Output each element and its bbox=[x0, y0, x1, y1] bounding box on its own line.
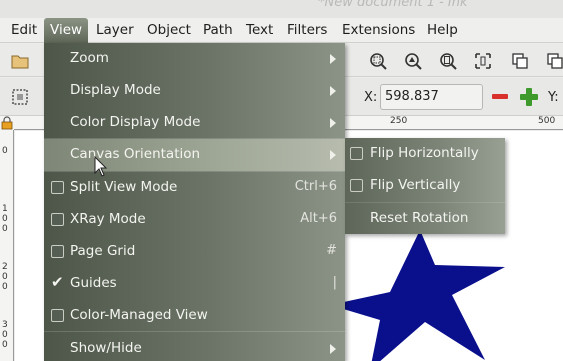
menu-shortcut: Alt+6 bbox=[300, 211, 337, 226]
x-coordinate-input[interactable]: 598.837 bbox=[380, 84, 483, 110]
submenu-arrow-icon bbox=[330, 150, 336, 160]
open-folder-icon[interactable] bbox=[10, 51, 30, 71]
select-all-icon[interactable] bbox=[10, 87, 30, 107]
submenu-arrow-icon bbox=[330, 118, 336, 128]
vertical-ruler[interactable]: 0 1 0 0 2 0 0 3 0 0 bbox=[0, 130, 14, 361]
clone-icon[interactable] bbox=[545, 51, 563, 71]
menu-item-zoom[interactable]: Zoom bbox=[44, 43, 345, 75]
menu-item-split-view-mode[interactable]: Split View Mode Ctrl+6 bbox=[44, 172, 345, 204]
zoom-drawing-icon[interactable] bbox=[403, 51, 423, 71]
mouse-pointer-icon bbox=[94, 156, 108, 177]
checkbox-icon bbox=[51, 181, 64, 194]
menu-item-label: Color-Managed View bbox=[70, 307, 208, 323]
submenu-arrow-icon bbox=[330, 344, 336, 354]
y-coordinate-label: Y: bbox=[548, 90, 559, 105]
x-coordinate-label: X: bbox=[364, 90, 378, 105]
window-title: *New document 1 - Ink bbox=[318, 0, 468, 10]
ruler-tick-label: 0 bbox=[2, 214, 8, 224]
view-menu: Zoom Display Mode Color Display Mode Can… bbox=[44, 43, 345, 361]
submenu-item-label: Flip Horizontally bbox=[370, 145, 479, 161]
menu-item-label: Color Display Mode bbox=[70, 114, 201, 130]
checkbox-icon bbox=[350, 147, 363, 160]
checkbox-icon bbox=[350, 179, 363, 192]
zoom-selection-icon[interactable] bbox=[368, 51, 388, 71]
menu-shortcut: # bbox=[326, 243, 337, 258]
menu-item-color-managed-view[interactable]: Color-Managed View bbox=[44, 300, 345, 332]
canvas-orientation-submenu: Flip Horizontally Flip Vertically Reset … bbox=[345, 138, 505, 234]
menu-item-display-mode[interactable]: Display Mode bbox=[44, 75, 345, 107]
menu-filters[interactable]: Filters bbox=[281, 18, 333, 43]
menu-item-label: Display Mode bbox=[70, 82, 161, 98]
submenu-item-label: Flip Vertically bbox=[370, 177, 461, 193]
menu-view[interactable]: View bbox=[44, 18, 89, 43]
duplicate-icon[interactable] bbox=[510, 51, 530, 71]
decrement-icon[interactable] bbox=[490, 88, 510, 106]
menu-item-xray-mode[interactable]: XRay Mode Alt+6 bbox=[44, 204, 345, 236]
ruler-lock-icon[interactable] bbox=[0, 116, 14, 130]
ruler-tick-label: 0 bbox=[2, 282, 8, 292]
submenu-item-flip-vertically[interactable]: Flip Vertically bbox=[345, 170, 505, 202]
menu-extensions[interactable]: Extensions bbox=[336, 18, 421, 43]
ruler-tick-label: 0 bbox=[2, 340, 8, 350]
menu-item-label: Split View Mode bbox=[70, 179, 178, 195]
menu-shortcut: Ctrl+6 bbox=[294, 179, 337, 194]
ruler-tick-label: 250 bbox=[390, 116, 408, 126]
menu-shortcut: | bbox=[332, 275, 337, 290]
menu-layer[interactable]: Layer bbox=[90, 18, 140, 43]
menu-item-page-grid[interactable]: Page Grid # bbox=[44, 236, 345, 268]
submenu-arrow-icon bbox=[330, 54, 336, 64]
ruler-tick-label: 2 bbox=[2, 262, 8, 272]
submenu-item-label: Reset Rotation bbox=[370, 210, 469, 226]
menu-separator bbox=[44, 331, 345, 332]
ruler-tick-label: 0 bbox=[2, 330, 8, 340]
submenu-item-flip-horizontally[interactable]: Flip Horizontally bbox=[345, 138, 505, 170]
menu-path[interactable]: Path bbox=[197, 18, 239, 43]
checkmark-icon: ✔ bbox=[51, 273, 64, 291]
ruler-tick-label: 0 bbox=[2, 224, 8, 234]
ruler-tick-label: 0 bbox=[2, 272, 8, 282]
menu-bar: Edit View Layer Object Path Text Filters… bbox=[0, 18, 563, 43]
menu-text[interactable]: Text bbox=[240, 18, 279, 43]
menu-item-show-hide[interactable]: Show/Hide bbox=[44, 333, 345, 361]
menu-item-label: XRay Mode bbox=[70, 211, 146, 227]
menu-item-label: Canvas Orientation bbox=[70, 146, 201, 162]
menu-edit[interactable]: Edit bbox=[5, 18, 43, 43]
zoom-page-width-icon[interactable] bbox=[473, 51, 493, 71]
menu-help[interactable]: Help bbox=[421, 18, 464, 43]
zoom-page-icon[interactable] bbox=[438, 51, 458, 71]
ruler-tick-label: 3 bbox=[2, 320, 8, 330]
menu-item-label: Zoom bbox=[70, 50, 109, 66]
menu-item-label: Page Grid bbox=[70, 243, 136, 259]
checkbox-icon bbox=[51, 245, 64, 258]
menu-item-label: Show/Hide bbox=[70, 340, 142, 356]
increment-icon[interactable] bbox=[518, 86, 540, 108]
checkbox-icon bbox=[51, 213, 64, 226]
menu-item-canvas-orientation[interactable]: Canvas Orientation bbox=[44, 139, 345, 171]
menu-object[interactable]: Object bbox=[141, 18, 197, 43]
menu-item-label: Guides bbox=[70, 275, 117, 291]
ruler-tick-label: 1 bbox=[2, 204, 8, 214]
submenu-arrow-icon bbox=[330, 86, 336, 96]
menu-item-guides[interactable]: ✔ Guides | bbox=[44, 268, 345, 300]
window-title-bar: *New document 1 - Ink bbox=[0, 0, 563, 18]
ruler-tick-label: 0 bbox=[2, 146, 8, 156]
ruler-tick-label: 500 bbox=[538, 116, 556, 126]
menu-item-color-display-mode[interactable]: Color Display Mode bbox=[44, 107, 345, 139]
checkbox-icon bbox=[51, 309, 64, 322]
submenu-item-reset-rotation[interactable]: Reset Rotation bbox=[345, 203, 505, 235]
